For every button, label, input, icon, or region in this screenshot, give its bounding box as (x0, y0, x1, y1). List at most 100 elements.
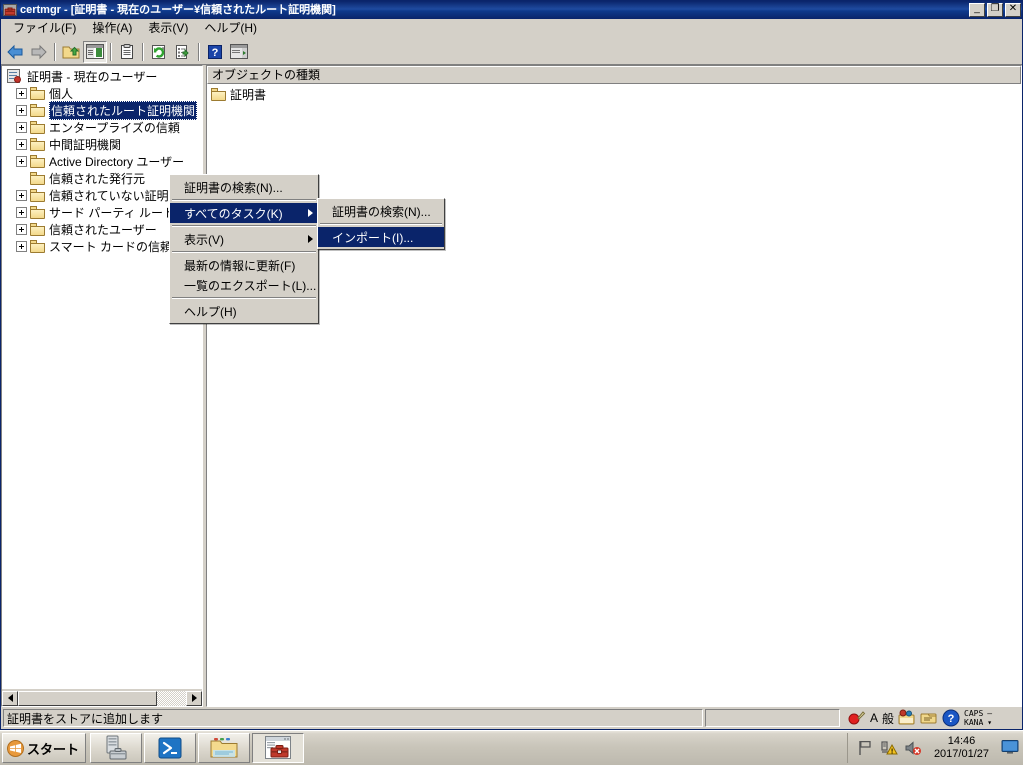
show-action-pane-icon[interactable] (227, 41, 251, 63)
expand-icon-placeholder (16, 173, 27, 184)
expand-icon[interactable] (16, 122, 27, 133)
taskbar-powershell[interactable] (144, 733, 197, 763)
status-bar: 証明書をストアに追加します A 般 ? CAPS KANA – ▾ (1, 707, 1022, 729)
menu-view[interactable]: 表示(V) (140, 19, 196, 38)
ctxsub-find-certificates[interactable]: 証明書の検索(N)... (318, 201, 444, 221)
ctx-refresh[interactable]: 最新の情報に更新(F) (170, 255, 318, 275)
menu-bar: ファイル(F) 操作(A) 表示(V) ヘルプ(H) (1, 19, 1022, 39)
list-view[interactable]: 証明書 (207, 84, 1021, 706)
caps-indicator: CAPS (964, 709, 984, 718)
minimize-button[interactable]: _ (969, 3, 985, 17)
ime-help-icon[interactable]: ? (942, 709, 960, 727)
ctx-item-label: 証明書の検索(N)... (332, 204, 431, 219)
ime-mode-alpha[interactable]: A (870, 711, 878, 725)
taskbar-clock[interactable]: 14:46 2017/01/27 (928, 735, 995, 761)
main-content: 証明書 - 現在のユーザー 個人 信頼されたルート証明機関 エンタープライズの信… (1, 65, 1022, 707)
expand-icon[interactable] (16, 156, 27, 167)
list-item-label: 証明書 (230, 88, 267, 102)
expand-icon[interactable] (16, 224, 27, 235)
folder-icon (30, 87, 46, 100)
tree-item-label: エンタープライズの信頼 (49, 121, 180, 135)
ctxsub-import[interactable]: インポート(I)... (318, 227, 444, 247)
ctx-view[interactable]: 表示(V) (170, 229, 318, 249)
taskbar-certmgr[interactable] (252, 733, 305, 763)
tree-root-certificates[interactable]: 証明書 - 現在のユーザー (2, 68, 202, 85)
tree-root-label: 証明書 - 現在のユーザー (27, 70, 158, 84)
scrollbar-thumb[interactable] (18, 690, 158, 706)
taskbar-explorer[interactable] (198, 733, 251, 763)
tree-view[interactable]: 証明書 - 現在のユーザー 個人 信頼されたルート証明機関 エンタープライズの信… (2, 66, 202, 689)
scrollbar-track[interactable] (18, 690, 186, 706)
scroll-left-icon[interactable] (2, 690, 18, 706)
properties-icon[interactable] (115, 41, 139, 63)
close-button[interactable]: ✕ (1005, 3, 1021, 17)
console-tree-pane: 証明書 - 現在のユーザー 個人 信頼されたルート証明機関 エンタープライズの信… (1, 65, 203, 707)
tree-item-label: Active Directory ユーザー (49, 155, 185, 169)
network-warning-icon[interactable] (880, 739, 898, 757)
start-button[interactable]: スタート (2, 733, 87, 763)
ctx-item-label: 最新の情報に更新(F) (184, 258, 296, 273)
export-list-icon[interactable] (171, 41, 195, 63)
scroll-right-icon[interactable] (186, 690, 202, 706)
ime-pad-icon[interactable] (920, 709, 938, 727)
menu-help[interactable]: ヘルプ(H) (196, 19, 265, 38)
ime-mode-kana[interactable]: 般 (882, 710, 894, 727)
forward-icon[interactable] (27, 41, 51, 63)
folder-icon (30, 138, 46, 151)
show-desktop-icon[interactable] (1001, 739, 1019, 757)
folder-icon (30, 172, 46, 185)
certmgr-window: certmgr - [証明書 - 現在のユーザー¥信頼されたルート証明機関] _… (0, 0, 1023, 730)
toolbar-separator (54, 42, 56, 61)
tree-item-label: 信頼されていない証明書 (49, 189, 181, 203)
tree-item-label: 個人 (49, 87, 74, 101)
system-tray: 14:46 2017/01/27 (846, 733, 1023, 763)
ime-minimize-icon[interactable]: – ▾ (987, 709, 992, 727)
expand-icon[interactable] (16, 241, 27, 252)
window-controls: _ ❐ ✕ (969, 3, 1021, 17)
column-object-type[interactable]: オブジェクトの種類 (207, 66, 1021, 84)
list-item[interactable]: 証明書 (207, 86, 1021, 103)
tree-horizontal-scrollbar[interactable] (2, 689, 202, 706)
show-hide-tree-icon[interactable] (83, 40, 107, 63)
maximize-button[interactable]: ❐ (987, 3, 1003, 17)
menu-file[interactable]: ファイル(F) (5, 19, 84, 38)
ctx-all-tasks[interactable]: すべてのタスク(K) (170, 203, 318, 223)
svg-text:?: ? (212, 47, 219, 59)
toolbar-separator (110, 42, 112, 61)
volume-muted-icon[interactable] (904, 739, 922, 757)
expand-icon[interactable] (16, 105, 27, 116)
tree-item-intermediate-ca[interactable]: 中間証明機関 (2, 136, 202, 153)
expand-icon[interactable] (16, 207, 27, 218)
title-bar[interactable]: certmgr - [証明書 - 現在のユーザー¥信頼されたルート証明機関] _… (1, 1, 1022, 19)
tree-item-trusted-root-ca[interactable]: 信頼されたルート証明機関 (2, 101, 202, 120)
ctx-item-label: 証明書の検索(N)... (184, 180, 283, 195)
menu-separator (320, 223, 442, 225)
up-folder-icon[interactable] (59, 41, 83, 63)
folder-icon (30, 189, 46, 202)
flag-action-center-icon[interactable] (856, 739, 874, 757)
taskbar-server-manager[interactable] (90, 733, 143, 763)
expand-icon[interactable] (16, 139, 27, 150)
back-icon[interactable] (3, 41, 27, 63)
list-column-header: オブジェクトの種類 (207, 66, 1021, 84)
tree-item-personal[interactable]: 個人 (2, 85, 202, 102)
submenu-arrow-icon (308, 235, 313, 243)
tree-item-active-directory-user[interactable]: Active Directory ユーザー (2, 153, 202, 170)
folder-icon (30, 121, 46, 134)
ctx-item-label: 表示(V) (184, 232, 224, 247)
ctx-export-list[interactable]: 一覧のエクスポート(L)... (170, 275, 318, 295)
ctx-find-certificates[interactable]: 証明書の検索(N)... (170, 177, 318, 197)
ime-pen-icon[interactable] (848, 709, 866, 727)
expand-icon[interactable] (16, 88, 27, 99)
ctx-help[interactable]: ヘルプ(H) (170, 301, 318, 321)
ime-tools-icon[interactable] (898, 709, 916, 727)
toolbar: ? (1, 39, 1022, 65)
refresh-icon[interactable] (147, 41, 171, 63)
folder-icon (30, 155, 46, 168)
menu-action[interactable]: 操作(A) (84, 19, 140, 38)
tree-item-enterprise-trust[interactable]: エンタープライズの信頼 (2, 119, 202, 136)
context-menu: 証明書の検索(N)... すべてのタスク(K) 表示(V) 最新の情報に更新(F… (169, 174, 319, 324)
expand-icon[interactable] (16, 190, 27, 201)
menu-separator (172, 225, 316, 227)
help-icon[interactable]: ? (203, 41, 227, 63)
